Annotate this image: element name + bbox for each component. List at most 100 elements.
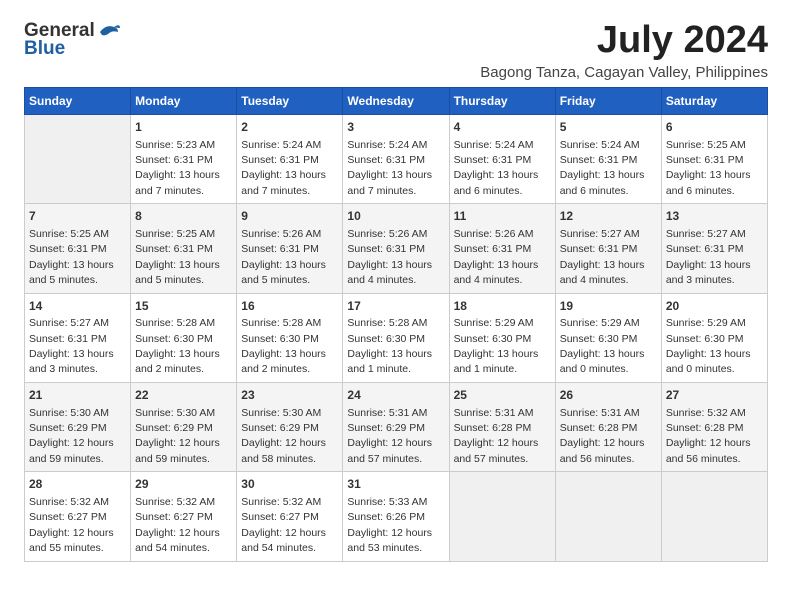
day-info: Sunrise: 5:24 AMSunset: 6:31 PMDaylight:… bbox=[560, 139, 645, 197]
day-info: Sunrise: 5:27 AMSunset: 6:31 PMDaylight:… bbox=[666, 228, 751, 286]
day-info: Sunrise: 5:29 AMSunset: 6:30 PMDaylight:… bbox=[454, 317, 539, 375]
day-info: Sunrise: 5:23 AMSunset: 6:31 PMDaylight:… bbox=[135, 139, 220, 197]
day-info: Sunrise: 5:25 AMSunset: 6:31 PMDaylight:… bbox=[135, 228, 220, 286]
calendar-cell: 4 Sunrise: 5:24 AMSunset: 6:31 PMDaylight… bbox=[449, 114, 555, 203]
day-info: Sunrise: 5:32 AMSunset: 6:28 PMDaylight:… bbox=[666, 407, 751, 465]
day-number: 5 bbox=[560, 119, 657, 136]
logo-bird-icon bbox=[98, 22, 120, 40]
calendar-cell: 1Sunrise: 5:23 AMSunset: 6:31 PMDaylight… bbox=[131, 114, 237, 203]
day-info: Sunrise: 5:28 AMSunset: 6:30 PMDaylight:… bbox=[347, 317, 432, 375]
calendar-cell: 2Sunrise: 5:24 AMSunset: 6:31 PMDaylight… bbox=[237, 114, 343, 203]
day-number: 7 bbox=[29, 208, 126, 225]
calendar-cell bbox=[555, 472, 661, 561]
col-header-saturday: Saturday bbox=[661, 87, 767, 114]
day-number: 8 bbox=[135, 208, 232, 225]
col-header-thursday: Thursday bbox=[449, 87, 555, 114]
day-info: Sunrise: 5:30 AMSunset: 6:29 PMDaylight:… bbox=[29, 407, 114, 465]
calendar-cell: 18 Sunrise: 5:29 AMSunset: 6:30 PMDayligh… bbox=[449, 293, 555, 382]
calendar-cell: 26 Sunrise: 5:31 AMSunset: 6:28 PMDayligh… bbox=[555, 382, 661, 471]
day-info: Sunrise: 5:28 AMSunset: 6:30 PMDaylight:… bbox=[135, 317, 220, 375]
day-number: 9 bbox=[241, 208, 338, 225]
calendar-cell: 14Sunrise: 5:27 AMSunset: 6:31 PMDayligh… bbox=[25, 293, 131, 382]
day-number: 20 bbox=[666, 298, 763, 315]
week-row: 21 Sunrise: 5:30 AMSunset: 6:29 PMDayligh… bbox=[25, 382, 768, 471]
calendar-cell: 27 Sunrise: 5:32 AMSunset: 6:28 PMDayligh… bbox=[661, 382, 767, 471]
col-header-tuesday: Tuesday bbox=[237, 87, 343, 114]
day-info: Sunrise: 5:33 AMSunset: 6:26 PMDaylight:… bbox=[347, 496, 432, 554]
calendar-cell: 7 Sunrise: 5:25 AMSunset: 6:31 PMDaylight… bbox=[25, 204, 131, 293]
day-number: 19 bbox=[560, 298, 657, 315]
day-info: Sunrise: 5:28 AMSunset: 6:30 PMDaylight:… bbox=[241, 317, 326, 375]
day-number: 22 bbox=[135, 387, 232, 404]
day-info: Sunrise: 5:29 AMSunset: 6:30 PMDaylight:… bbox=[560, 317, 645, 375]
day-info: Sunrise: 5:24 AMSunset: 6:31 PMDaylight:… bbox=[241, 139, 326, 197]
calendar-table: SundayMondayTuesdayWednesdayThursdayFrid… bbox=[24, 87, 768, 562]
day-info: Sunrise: 5:30 AMSunset: 6:29 PMDaylight:… bbox=[135, 407, 220, 465]
logo-blue: Blue bbox=[24, 38, 65, 60]
calendar-cell: 16 Sunrise: 5:28 AMSunset: 6:30 PMDayligh… bbox=[237, 293, 343, 382]
day-number: 29 bbox=[135, 476, 232, 493]
day-number: 14 bbox=[29, 298, 126, 315]
calendar-cell: 24Sunrise: 5:31 AMSunset: 6:29 PMDayligh… bbox=[343, 382, 449, 471]
day-info: Sunrise: 5:32 AMSunset: 6:27 PMDaylight:… bbox=[135, 496, 220, 554]
week-row: 1Sunrise: 5:23 AMSunset: 6:31 PMDaylight… bbox=[25, 114, 768, 203]
header: General Blue July 2024 Bagong Tanza, Cag… bbox=[24, 20, 768, 81]
day-info: Sunrise: 5:31 AMSunset: 6:28 PMDaylight:… bbox=[454, 407, 539, 465]
day-number: 13 bbox=[666, 208, 763, 225]
week-row: 7 Sunrise: 5:25 AMSunset: 6:31 PMDaylight… bbox=[25, 204, 768, 293]
header-row: SundayMondayTuesdayWednesdayThursdayFrid… bbox=[25, 87, 768, 114]
day-number: 26 bbox=[560, 387, 657, 404]
calendar-cell: 30 Sunrise: 5:32 AMSunset: 6:27 PMDayligh… bbox=[237, 472, 343, 561]
day-number: 25 bbox=[454, 387, 551, 404]
day-number: 24 bbox=[347, 387, 444, 404]
day-info: Sunrise: 5:25 AMSunset: 6:31 PMDaylight:… bbox=[29, 228, 114, 286]
calendar-cell: 8 Sunrise: 5:25 AMSunset: 6:31 PMDaylight… bbox=[131, 204, 237, 293]
day-number: 11 bbox=[454, 208, 551, 225]
title-area: July 2024 Bagong Tanza, Cagayan Valley, … bbox=[480, 20, 768, 81]
day-number: 23 bbox=[241, 387, 338, 404]
calendar-cell: 15 Sunrise: 5:28 AMSunset: 6:30 PMDayligh… bbox=[131, 293, 237, 382]
day-info: Sunrise: 5:31 AMSunset: 6:28 PMDaylight:… bbox=[560, 407, 645, 465]
day-number: 3 bbox=[347, 119, 444, 136]
day-number: 30 bbox=[241, 476, 338, 493]
day-info: Sunrise: 5:30 AMSunset: 6:29 PMDaylight:… bbox=[241, 407, 326, 465]
calendar-cell: 11 Sunrise: 5:26 AMSunset: 6:31 PMDayligh… bbox=[449, 204, 555, 293]
calendar-cell: 25 Sunrise: 5:31 AMSunset: 6:28 PMDayligh… bbox=[449, 382, 555, 471]
calendar-cell bbox=[661, 472, 767, 561]
day-info: Sunrise: 5:32 AMSunset: 6:27 PMDaylight:… bbox=[241, 496, 326, 554]
calendar-title: July 2024 bbox=[480, 20, 768, 62]
day-info: Sunrise: 5:24 AMSunset: 6:31 PMDaylight:… bbox=[454, 139, 539, 197]
day-number: 21 bbox=[29, 387, 126, 404]
day-info: Sunrise: 5:24 AMSunset: 6:31 PMDaylight:… bbox=[347, 139, 432, 197]
day-info: Sunrise: 5:26 AMSunset: 6:31 PMDaylight:… bbox=[454, 228, 539, 286]
day-number: 4 bbox=[454, 119, 551, 136]
week-row: 28 Sunrise: 5:32 AMSunset: 6:27 PMDayligh… bbox=[25, 472, 768, 561]
calendar-cell: 3 Sunrise: 5:24 AMSunset: 6:31 PMDaylight… bbox=[343, 114, 449, 203]
week-row: 14Sunrise: 5:27 AMSunset: 6:31 PMDayligh… bbox=[25, 293, 768, 382]
day-number: 27 bbox=[666, 387, 763, 404]
day-number: 28 bbox=[29, 476, 126, 493]
calendar-cell: 19 Sunrise: 5:29 AMSunset: 6:30 PMDayligh… bbox=[555, 293, 661, 382]
col-header-wednesday: Wednesday bbox=[343, 87, 449, 114]
calendar-cell: 5 Sunrise: 5:24 AMSunset: 6:31 PMDaylight… bbox=[555, 114, 661, 203]
day-number: 16 bbox=[241, 298, 338, 315]
day-number: 18 bbox=[454, 298, 551, 315]
day-number: 12 bbox=[560, 208, 657, 225]
day-info: Sunrise: 5:25 AMSunset: 6:31 PMDaylight:… bbox=[666, 139, 751, 197]
day-number: 17 bbox=[347, 298, 444, 315]
calendar-cell: 20 Sunrise: 5:29 AMSunset: 6:30 PMDayligh… bbox=[661, 293, 767, 382]
calendar-cell: 10Sunrise: 5:26 AMSunset: 6:31 PMDayligh… bbox=[343, 204, 449, 293]
logo: General Blue bbox=[24, 20, 120, 60]
day-info: Sunrise: 5:32 AMSunset: 6:27 PMDaylight:… bbox=[29, 496, 114, 554]
day-info: Sunrise: 5:26 AMSunset: 6:31 PMDaylight:… bbox=[241, 228, 326, 286]
col-header-friday: Friday bbox=[555, 87, 661, 114]
day-number: 10 bbox=[347, 208, 444, 225]
calendar-cell: 22 Sunrise: 5:30 AMSunset: 6:29 PMDayligh… bbox=[131, 382, 237, 471]
day-number: 15 bbox=[135, 298, 232, 315]
col-header-sunday: Sunday bbox=[25, 87, 131, 114]
calendar-cell: 13 Sunrise: 5:27 AMSunset: 6:31 PMDayligh… bbox=[661, 204, 767, 293]
calendar-cell: 29 Sunrise: 5:32 AMSunset: 6:27 PMDayligh… bbox=[131, 472, 237, 561]
day-info: Sunrise: 5:27 AMSunset: 6:31 PMDaylight:… bbox=[560, 228, 645, 286]
calendar-subtitle: Bagong Tanza, Cagayan Valley, Philippine… bbox=[480, 64, 768, 81]
day-info: Sunrise: 5:29 AMSunset: 6:30 PMDaylight:… bbox=[666, 317, 751, 375]
